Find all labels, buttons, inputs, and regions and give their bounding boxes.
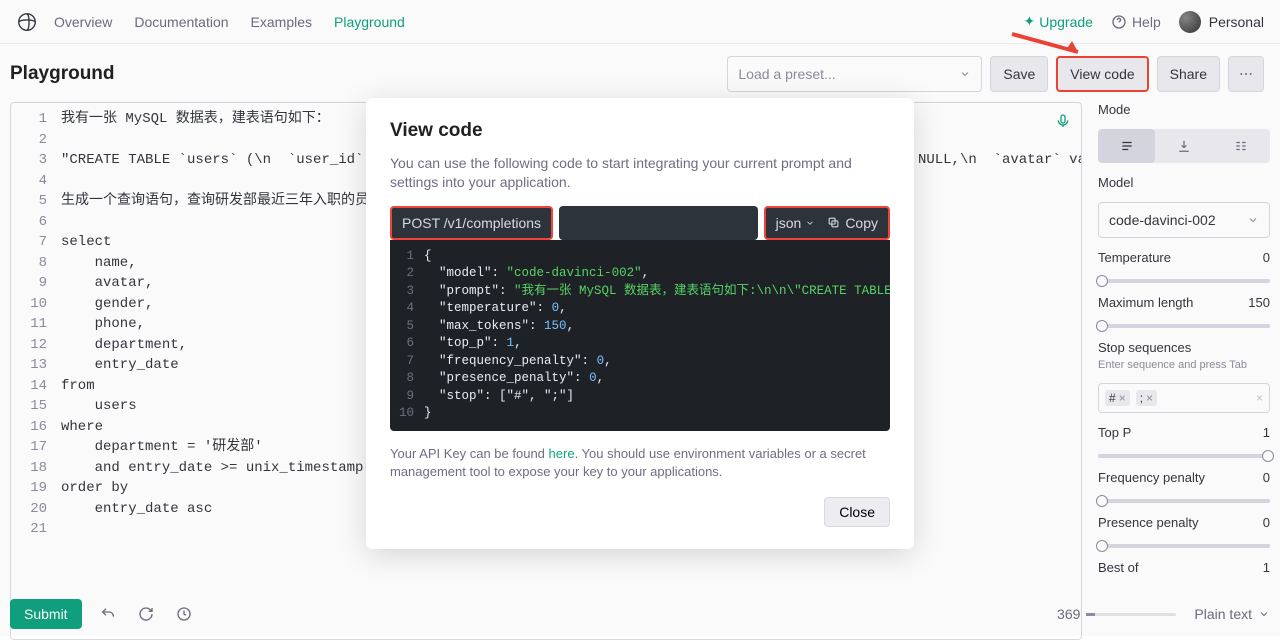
modal-description: You can use the following code to start … (390, 154, 890, 192)
language-select[interactable]: json (776, 215, 816, 231)
code-header: POST /v1/completions json Copy (390, 206, 890, 240)
chevron-down-icon (805, 218, 815, 228)
view-code-modal: View code You can use the following code… (366, 98, 914, 549)
copy-icon (827, 216, 840, 229)
modal-note: Your API Key can be found here. You shou… (390, 445, 890, 481)
code-body: 12345678910 { "model": "code-davinci-002… (390, 240, 890, 431)
modal-backdrop: View code You can use the following code… (0, 0, 1280, 636)
copy-button[interactable]: Copy (827, 215, 878, 231)
api-key-link[interactable]: here (549, 446, 575, 461)
endpoint-label: POST /v1/completions (390, 206, 553, 240)
modal-title: View code (390, 120, 890, 142)
close-button[interactable]: Close (824, 497, 890, 527)
